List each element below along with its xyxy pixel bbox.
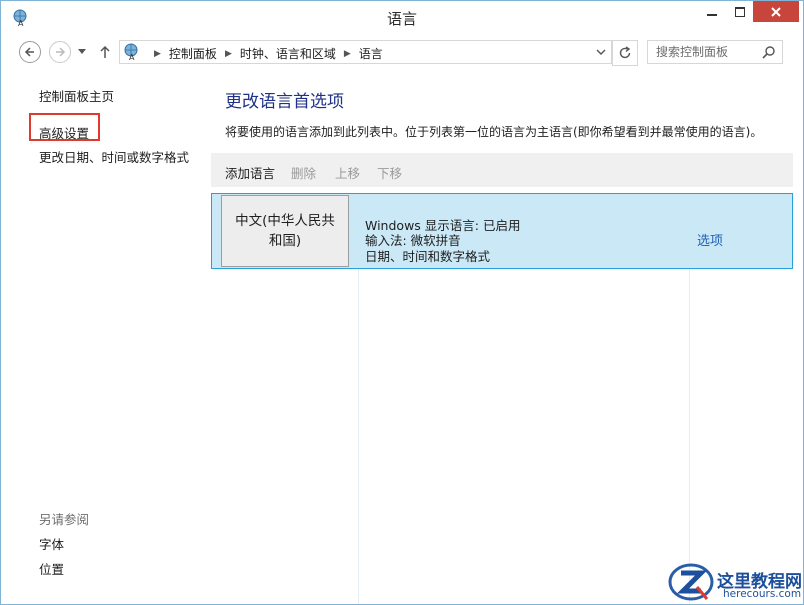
location-link[interactable]: 位置 bbox=[39, 559, 64, 578]
arrow-up-icon bbox=[100, 45, 110, 58]
date-time-format-info: 日期、时间和数字格式 bbox=[365, 249, 491, 264]
language-window: A 语言 A ▶ 控制面板 ▶ 时钟、语言和区域 ▶ 语言 搜索控制面板 控制面… bbox=[0, 0, 804, 605]
watermark-logo bbox=[667, 561, 715, 603]
close-icon bbox=[771, 6, 781, 17]
control-panel-home-link[interactable]: 控制面板主页 bbox=[39, 86, 114, 105]
breadcrumb-control-panel[interactable]: 控制面板 bbox=[169, 45, 217, 62]
arrow-right-icon bbox=[56, 47, 66, 57]
minimize-icon bbox=[707, 13, 717, 16]
control-panel-icon: A bbox=[123, 43, 141, 62]
watermark-url: herecours.com bbox=[723, 588, 802, 600]
move-down-button[interactable]: 下移 bbox=[377, 163, 402, 182]
breadcrumb-separator-icon: ▶ bbox=[154, 48, 161, 59]
maximize-icon bbox=[735, 6, 745, 17]
language-toolbar: 添加语言 删除 上移 下移 bbox=[211, 153, 793, 187]
breadcrumb-separator-icon: ▶ bbox=[224, 48, 232, 59]
close-button[interactable] bbox=[753, 1, 799, 22]
breadcrumb-language[interactable]: 语言 bbox=[359, 45, 383, 62]
language-options-link[interactable]: 选项 bbox=[697, 230, 723, 249]
title-bar: A 语言 bbox=[1, 1, 803, 34]
refresh-button[interactable] bbox=[612, 40, 638, 66]
breadcrumb-separator-icon: ▶ bbox=[343, 48, 351, 59]
see-also-heading: 另请参阅 bbox=[39, 512, 90, 527]
svg-text:A: A bbox=[129, 53, 135, 61]
change-date-time-format-link[interactable]: 更改日期、时间或数字格式 bbox=[39, 147, 189, 166]
address-dropdown-icon[interactable] bbox=[595, 45, 607, 59]
refresh-icon bbox=[619, 46, 631, 59]
fonts-link[interactable]: 字体 bbox=[39, 534, 64, 553]
language-list: Windows 显示语言: 已启用 输入法: 微软拼音 日期、时间和数字格式 选… bbox=[211, 187, 793, 604]
up-button[interactable] bbox=[96, 41, 114, 63]
page-title: 更改语言首选项 bbox=[225, 92, 344, 112]
page-description: 将要使用的语言添加到此列表中。位于列表第一位的语言为主语言(即你希望看到并最常使… bbox=[225, 125, 763, 139]
maximize-button[interactable] bbox=[723, 1, 757, 22]
remove-language-button[interactable]: 删除 bbox=[291, 163, 316, 182]
address-bar[interactable]: A ▶ 控制面板 ▶ 时钟、语言和区域 ▶ 语言 bbox=[119, 40, 612, 64]
navigation-bar: A ▶ 控制面板 ▶ 时钟、语言和区域 ▶ 语言 bbox=[1, 34, 803, 68]
advanced-settings-link[interactable]: 高级设置 bbox=[39, 123, 89, 142]
breadcrumb-clock-language-region[interactable]: 时钟、语言和区域 bbox=[240, 45, 336, 62]
arrow-left-icon bbox=[24, 47, 34, 57]
forward-button[interactable] bbox=[49, 41, 71, 63]
breadcrumb: ▶ 控制面板 ▶ 时钟、语言和区域 ▶ 语言 bbox=[146, 45, 383, 62]
back-button[interactable] bbox=[19, 41, 41, 63]
add-language-button[interactable]: 添加语言 bbox=[225, 163, 275, 182]
search-box bbox=[647, 40, 783, 64]
chevron-down-icon bbox=[78, 49, 86, 54]
search-icon[interactable] bbox=[762, 45, 776, 59]
move-up-button[interactable]: 上移 bbox=[335, 163, 360, 182]
window-title: 语言 bbox=[386, 10, 417, 28]
language-name-button[interactable]: 中文(中华人民共和国) bbox=[221, 195, 349, 267]
recent-locations-button[interactable] bbox=[75, 41, 89, 63]
search-input[interactable] bbox=[648, 41, 766, 63]
